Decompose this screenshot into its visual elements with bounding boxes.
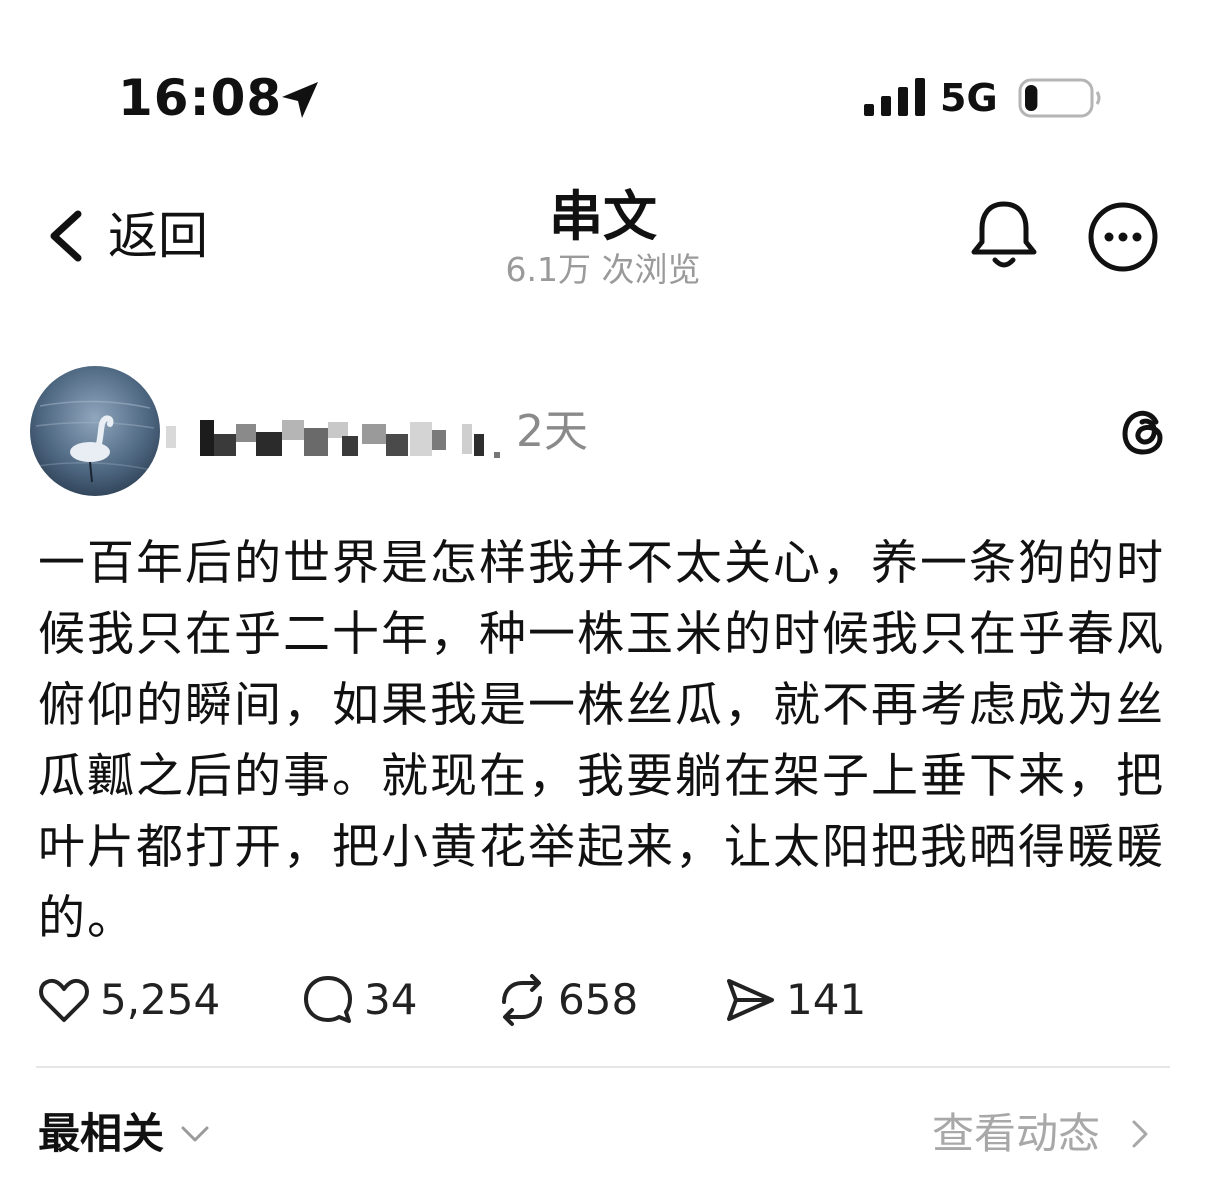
avatar[interactable] — [30, 366, 160, 496]
swan-avatar-image — [30, 366, 160, 496]
chevron-down-icon — [181, 1126, 209, 1142]
comment-button[interactable]: 34 — [300, 968, 417, 1032]
chevron-right-icon — [1132, 1120, 1148, 1148]
view-activity-link[interactable]: 查看动态 — [932, 1106, 1156, 1162]
share-count: 141 — [786, 975, 867, 1024]
post-time: 2天 — [516, 406, 588, 457]
repost-count: 658 — [558, 975, 639, 1024]
network-type: 5G — [940, 76, 998, 120]
divider — [36, 1066, 1170, 1068]
share-button[interactable]: 141 — [722, 968, 866, 1032]
location-arrow-icon — [282, 82, 318, 118]
status-time: 16:08 — [118, 69, 283, 127]
heart-icon — [39, 978, 89, 1022]
repost-button[interactable]: 658 — [494, 968, 638, 1032]
like-count: 5,254 — [100, 975, 221, 1024]
sort-dropdown[interactable]: 最相关 — [38, 1106, 212, 1162]
battery-icon — [1018, 78, 1101, 118]
sort-label: 最相关 — [38, 1109, 165, 1158]
more-icon[interactable] — [1086, 200, 1160, 274]
view-activity-label: 查看动态 — [931, 1109, 1100, 1158]
bell-icon[interactable] — [966, 196, 1042, 274]
repost-icon — [502, 974, 542, 1026]
username-blurred[interactable] — [166, 414, 506, 460]
like-button[interactable]: 5,254 — [36, 968, 220, 1032]
comment-bubble-icon — [304, 976, 352, 1023]
comment-count: 34 — [364, 975, 418, 1024]
post-body-text: 一百年后的世界是怎样我并不太关心，养一条狗的时候我只在乎二十年，种一株玉米的时候… — [38, 536, 1165, 946]
cellular-signal-icon — [864, 78, 925, 116]
threads-logo-icon[interactable] — [1116, 404, 1172, 460]
send-icon — [727, 979, 774, 1021]
